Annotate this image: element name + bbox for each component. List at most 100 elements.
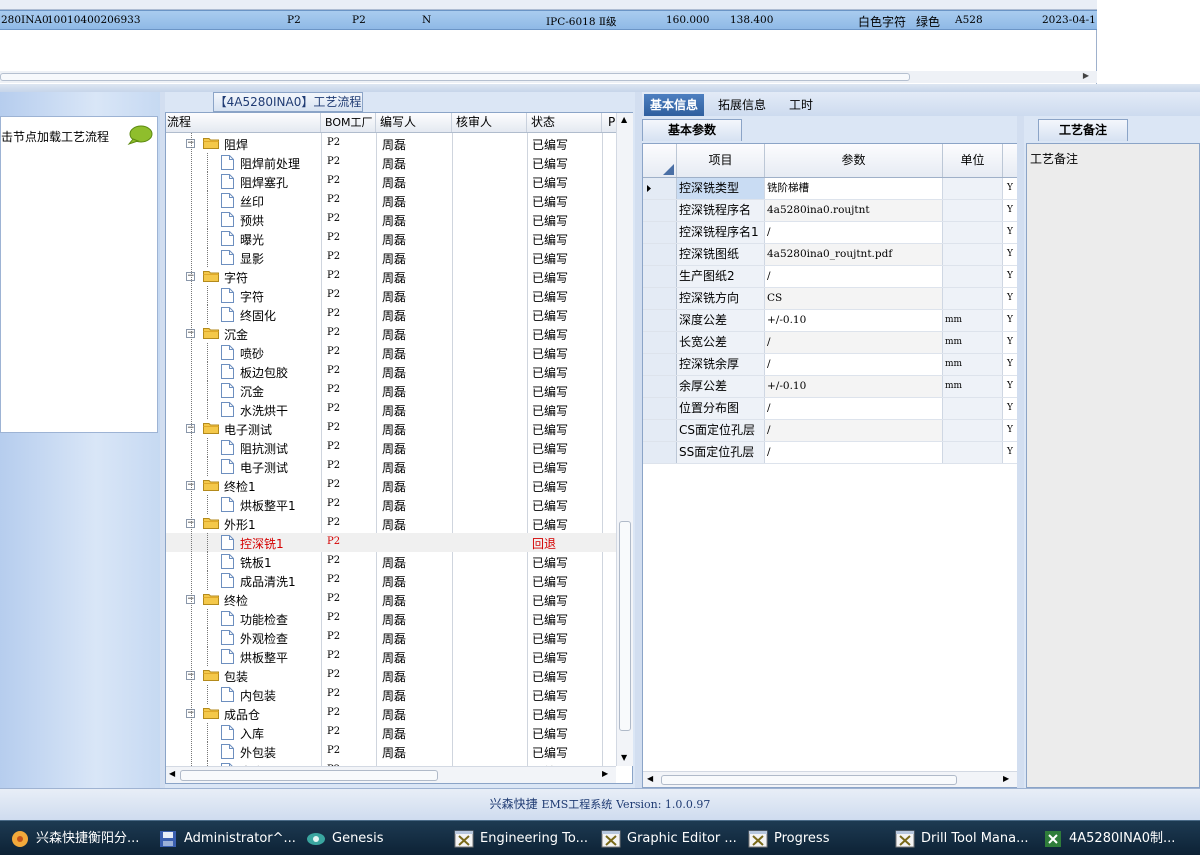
tree-node-step[interactable]: 丝印 P2 周磊 已编写 <box>166 191 616 210</box>
param-value[interactable]: 4a5280ina0_roujtnt.pdf <box>765 244 943 265</box>
tree-node-step[interactable]: 沉金 P2 周磊 已编写 <box>166 381 616 400</box>
scroll-left-arrow-icon[interactable]: ◀ <box>169 769 175 778</box>
col-writer[interactable]: 编写人 <box>376 113 452 132</box>
param-row[interactable]: 控深铣程序名 4a5280ina0.roujtnt Y <box>643 200 1017 222</box>
scroll-right-arrow-icon[interactable]: ▶ <box>1083 71 1089 80</box>
tree-node-step[interactable]: 外观检查 P2 周磊 已编写 <box>166 628 616 647</box>
tree-node-folder[interactable]: − 阻焊 P2 周磊 已编写 <box>166 134 616 153</box>
tree-vscroll-thumb[interactable] <box>619 521 631 731</box>
param-row[interactable]: CS面定位孔层 / Y <box>643 420 1017 442</box>
param-row[interactable]: 控深铣类型 铣阶梯槽 Y <box>643 178 1017 200</box>
col-param[interactable]: 参数 <box>765 144 943 177</box>
param-row[interactable]: 生产图纸2/ Y <box>643 266 1017 288</box>
tree-node-step[interactable]: 字符 P2 周磊 已编写 <box>166 286 616 305</box>
param-row[interactable]: 长宽公差 / mm Y <box>643 332 1017 354</box>
row-header[interactable] <box>643 376 677 397</box>
tab-extended-info[interactable]: 拓展信息 <box>712 94 772 116</box>
tab-process-notes[interactable]: 工艺备注 <box>1038 119 1128 141</box>
scroll-up-arrow-icon[interactable]: ▲ <box>621 115 627 124</box>
col-reviewer[interactable]: 核审人 <box>452 113 527 132</box>
right-splitter[interactable] <box>1017 116 1024 788</box>
tree-node-step[interactable]: 电子测试 P2 周磊 已编写 <box>166 457 616 476</box>
tree-node-folder[interactable]: − 电子测试 P2 周磊 已编写 <box>166 419 616 438</box>
tree-node-step[interactable]: 喷砂 P2 周磊 已编写 <box>166 343 616 362</box>
row-header[interactable] <box>643 222 677 243</box>
tree-node-folder[interactable]: − 终检1 P2 周磊 已编写 <box>166 476 616 495</box>
param-row[interactable]: SS面定位孔层 / Y <box>643 442 1017 464</box>
tree-node-step[interactable]: 预烘 P2 周磊 已编写 <box>166 210 616 229</box>
horizontal-splitter[interactable] <box>0 84 1200 92</box>
param-row[interactable]: 控深铣余厚 / mm Y <box>643 354 1017 376</box>
row-header[interactable] <box>643 332 677 353</box>
tree-node-step[interactable]: 内包装 P2 周磊 已编写 <box>166 685 616 704</box>
middle-splitter[interactable] <box>635 92 642 788</box>
param-value[interactable]: +/-0.10 <box>765 376 943 397</box>
tree-node-folder[interactable]: − 沉金 P2 周磊 已编写 <box>166 324 616 343</box>
row-header[interactable] <box>643 266 677 287</box>
tree-node-step[interactable]: 成品清洗1 P2 周磊 已编写 <box>166 571 616 590</box>
tree-node-step[interactable]: 外包装 P2 周磊 已编写 <box>166 742 616 761</box>
tree-node-step[interactable]: 阻抗测试 P2 周磊 已编写 <box>166 438 616 457</box>
tab-basic-info[interactable]: 基本信息 <box>644 94 705 116</box>
scroll-right-arrow-icon[interactable]: ▶ <box>1003 774 1009 783</box>
scroll-right-arrow-icon[interactable]: ▶ <box>602 769 608 778</box>
row-header[interactable] <box>643 288 677 309</box>
col-p[interactable]: P <box>602 113 616 132</box>
tree-vscrollbar[interactable]: ▲ ▼ <box>616 113 633 766</box>
tree-hscroll-thumb[interactable] <box>180 770 438 781</box>
param-value[interactable]: / <box>765 266 943 287</box>
param-value[interactable]: / <box>765 222 943 243</box>
top-grid-hscrollbar[interactable]: ▶ <box>0 71 1097 83</box>
param-row[interactable]: 余厚公差 +/-0.10 mm Y <box>643 376 1017 398</box>
tree-node-step[interactable]: 铣板1 P2 周磊 已编写 <box>166 552 616 571</box>
row-header[interactable] <box>643 420 677 441</box>
tree-node-step[interactable]: 功能检查 P2 周磊 已编写 <box>166 609 616 628</box>
tree-node-step[interactable]: 显影 P2 周磊 已编写 <box>166 248 616 267</box>
tree-node-folder[interactable]: − 外形1 P2 周磊 已编写 <box>166 514 616 533</box>
param-row[interactable]: 深度公差 +/-0.10 mm Y <box>643 310 1017 332</box>
params-hscroll-thumb[interactable] <box>661 775 957 785</box>
param-row[interactable]: 控深铣程序名1/ Y <box>643 222 1017 244</box>
param-value[interactable]: / <box>765 332 943 353</box>
tree-hscrollbar[interactable]: ◀ ▶ <box>166 766 616 783</box>
param-row[interactable]: 控深铣图纸 4a5280ina0_roujtnt.pdf Y <box>643 244 1017 266</box>
row-header[interactable] <box>643 200 677 221</box>
params-hscrollbar[interactable]: ◀ ▶ <box>643 771 1017 787</box>
param-value[interactable]: / <box>765 442 943 463</box>
param-value[interactable]: / <box>765 420 943 441</box>
tree-node-folder[interactable]: − 字符 P2 周磊 已编写 <box>166 267 616 286</box>
tree-node-step[interactable]: 烘板整平1 P2 周磊 已编写 <box>166 495 616 514</box>
current-row-arrow-icon[interactable] <box>643 178 677 199</box>
tab-work-hours[interactable]: 工时 <box>783 94 819 116</box>
top-grid-selected-row[interactable]: 280INA0 10010400206933 P2 P2 N IPC-6018 … <box>0 10 1097 30</box>
row-header[interactable] <box>643 244 677 265</box>
col-item[interactable]: 项目 <box>677 144 765 177</box>
row-header[interactable] <box>643 398 677 419</box>
tree-node-step[interactable]: 板边包胶 P2 周磊 已编写 <box>166 362 616 381</box>
tree-node-step[interactable]: 阻焊塞孔 P2 周磊 已编写 <box>166 172 616 191</box>
tree-node-step[interactable]: 入库 P2 周磊 已编写 <box>166 723 616 742</box>
process-flow-title-tab[interactable]: 【4A5280INA0】工艺流程 <box>213 92 363 112</box>
row-header[interactable] <box>643 310 677 331</box>
tree-node-folder[interactable]: − 终检 P2 周磊 已编写 <box>166 590 616 609</box>
scroll-left-arrow-icon[interactable]: ◀ <box>647 774 653 783</box>
tree-node-step[interactable]: 烘板整平 P2 周磊 已编写 <box>166 647 616 666</box>
tree-node-step[interactable]: 控深铣1 P2 回退 <box>166 533 616 552</box>
process-notes-box[interactable]: 工艺备注 <box>1026 143 1200 788</box>
scroll-down-arrow-icon[interactable]: ▼ <box>621 753 627 762</box>
col-bom[interactable]: BOM工厂 <box>321 113 376 132</box>
tree-node-folder[interactable]: − 成品仓 P2 周磊 已编写 <box>166 704 616 723</box>
col-flow[interactable]: 流程 <box>166 113 321 132</box>
param-value[interactable]: / <box>765 354 943 375</box>
param-value[interactable]: CS <box>765 288 943 309</box>
tree-node-step[interactable]: 终固化 P2 周磊 已编写 <box>166 305 616 324</box>
param-value[interactable]: / <box>765 398 943 419</box>
param-row[interactable]: 控深铣方向 CS Y <box>643 288 1017 310</box>
param-value[interactable]: 铣阶梯槽 <box>765 178 943 199</box>
col-status[interactable]: 状态 <box>527 113 602 132</box>
tree-node-folder[interactable]: − 包装 P2 周磊 已编写 <box>166 666 616 685</box>
row-header[interactable] <box>643 442 677 463</box>
top-scroll-thumb[interactable] <box>0 73 910 81</box>
col-unit[interactable]: 单位 <box>943 144 1003 177</box>
param-row[interactable]: 位置分布图 / Y <box>643 398 1017 420</box>
